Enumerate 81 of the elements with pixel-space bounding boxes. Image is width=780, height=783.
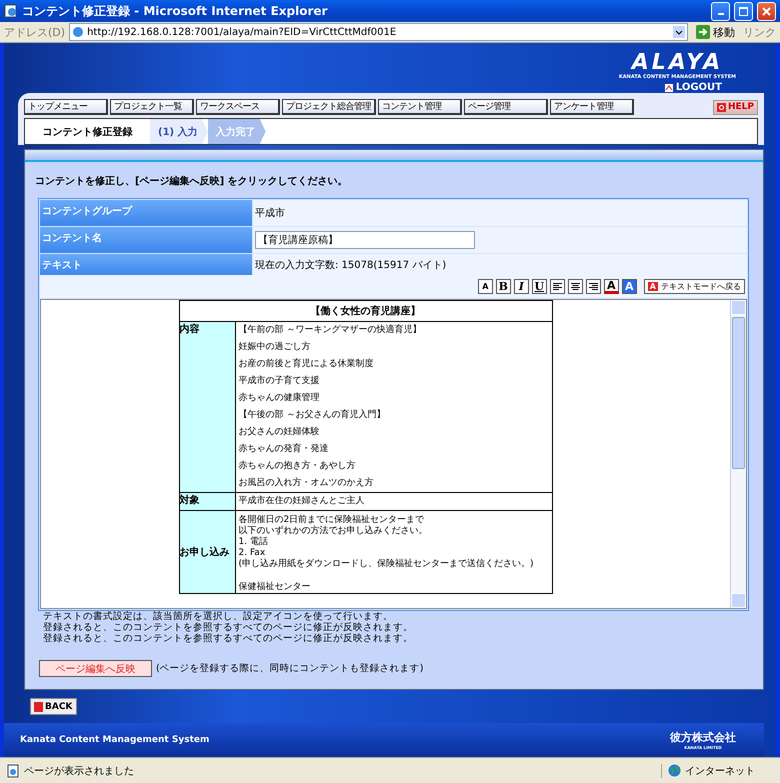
align-center-icon <box>570 282 581 291</box>
menu-tab[interactable]: コンテント管理 <box>378 99 462 115</box>
table-cell-text: 2. Fax <box>238 548 266 558</box>
window-title: コンテント修正登録 - Microsoft Internet Explorer <box>22 2 328 20</box>
page-icon <box>72 26 84 38</box>
logout-link[interactable]: LOGOUT <box>660 82 726 93</box>
font-size-button[interactable]: A <box>478 279 493 294</box>
go-button[interactable]: 移動 <box>692 24 739 40</box>
menu-tab[interactable]: ワークスペース <box>196 99 280 115</box>
help-text: 登録されると、このコンテントを参照するすべてのページに修正が反映されます。 <box>43 633 414 644</box>
globe-icon <box>668 764 681 777</box>
help-text: 登録されると、このコンテントを参照するすべてのページに修正が反映されます。 <box>43 622 414 633</box>
align-right-icon <box>588 282 599 291</box>
apply-note: (ページを登録する際に、同時にコンテントも登録されます) <box>156 662 424 675</box>
table-cell-text: お産の前後と育児による休業制度 <box>238 357 374 371</box>
zone-text: インターネット <box>685 764 755 778</box>
rich-text-editor[interactable] <box>40 299 747 609</box>
align-left-icon <box>552 282 563 291</box>
content-name-field[interactable]: 【育児講座原稿】 <box>255 231 475 249</box>
field-label: コンテント名 <box>40 227 252 253</box>
field-value: 平成市 <box>255 206 285 220</box>
page-title: コンテント修正登録 <box>42 126 134 140</box>
address-field[interactable]: http://192.168.0.128:7001/alaya/main?EID=VirCttCttMdf001E <box>69 23 688 41</box>
field-label: テキスト <box>40 254 252 276</box>
help-button[interactable]: HELP <box>712 100 758 114</box>
table-header-cell: 対象 <box>180 493 200 507</box>
menu-tab[interactable]: ページ管理 <box>464 99 548 115</box>
underline-button[interactable]: U <box>532 279 547 294</box>
step-indicator: 入力完了 <box>208 119 266 144</box>
scrollbar[interactable] <box>730 300 746 608</box>
align-left-button[interactable] <box>550 279 565 294</box>
minimize-button[interactable] <box>711 2 730 20</box>
close-icon <box>762 6 771 16</box>
menu-tab[interactable]: アンケート管理 <box>550 99 634 115</box>
menu-tab[interactable]: プロジェクト一覧 <box>110 99 194 115</box>
table-cell-text: 平成市在住の妊婦さんとご主人 <box>238 494 366 508</box>
footer-text: Kanata Content Management System <box>20 735 210 745</box>
table-cell-text: お父さんの妊婦体験 <box>238 426 320 439</box>
bold-button[interactable]: B <box>496 279 511 294</box>
table-cell-text: 赤ちゃんの抱き方・あやし方 <box>238 460 356 473</box>
address-label: アドレス(D) <box>4 24 66 40</box>
minimize-icon <box>718 13 724 15</box>
table-cell-text: 【午後の部 ～お父さんの育児入門】 <box>238 408 386 422</box>
maximize-button[interactable] <box>734 2 753 20</box>
text-mode-button[interactable]: A テキストモードへ戻る <box>644 279 745 294</box>
italic-button[interactable]: I <box>514 279 529 294</box>
align-right-button[interactable] <box>586 279 601 294</box>
menu-tab[interactable]: プロジェクト総合管理 <box>282 99 376 115</box>
step-indicator: (1) 入力 <box>150 119 208 144</box>
align-center-button[interactable] <box>568 279 583 294</box>
maximize-icon <box>739 6 748 16</box>
table-cell-text: 保健福祉センター <box>238 582 312 593</box>
apply-button[interactable]: ページ編集へ反映 <box>39 660 152 677</box>
table-cell-text: 各開催日の2日前までに保険福祉センターまで <box>238 515 426 526</box>
table-cell-text: 1. 電話 <box>238 537 269 548</box>
caret-up-icon <box>664 84 673 92</box>
instruction-text: コンテントを修正し、[ページ編集へ反映] をクリックしてください。 <box>34 174 349 189</box>
field-value: 現在の入力文字数: 15078(15917 バイト) <box>255 258 446 272</box>
browser-icon <box>4 4 18 18</box>
table-header-cell-text: お申し込み <box>180 546 230 559</box>
arrow-icon <box>696 25 710 39</box>
page-icon <box>6 764 20 778</box>
table-cell-text: 赤ちゃんの発育・発達 <box>238 442 330 456</box>
back-button[interactable]: BACK <box>30 698 77 715</box>
text-color-button[interactable]: A <box>604 279 619 294</box>
field-label: コンテントグループ <box>40 200 252 226</box>
table-cell-text: 以下のいずれかの方法でお申し込みください。 <box>238 526 428 536</box>
table-cell-text: 【午前の部 ～ワーキングマザーの快適育児】 <box>238 323 422 337</box>
table-cell-text: 妊娠中の過ごし方 <box>238 340 312 354</box>
background-color-button[interactable]: A <box>622 279 637 294</box>
table-cell-text: (申し込み用紙をダウンロードし、保険福祉センターまで送信ください。) <box>238 559 535 570</box>
status-text: ページが表示されました <box>24 764 135 778</box>
dropdown-icon[interactable] <box>673 26 685 38</box>
close-button[interactable] <box>757 2 776 20</box>
help-icon <box>716 102 726 112</box>
table-cell-text: 平成市の子育て支援 <box>238 374 320 388</box>
table-cell-text: お風呂の入れ方・オムツのかえ方 <box>238 476 374 490</box>
menu-tab[interactable]: トップメニュー <box>24 99 108 115</box>
table-header-cell: 内容 <box>180 322 200 336</box>
table-cell-text: 赤ちゃんの健康管理 <box>238 392 320 405</box>
help-text: テキストの書式設定は、該当箇所を選択し、設定アイコンを使って行います。 <box>43 611 394 622</box>
